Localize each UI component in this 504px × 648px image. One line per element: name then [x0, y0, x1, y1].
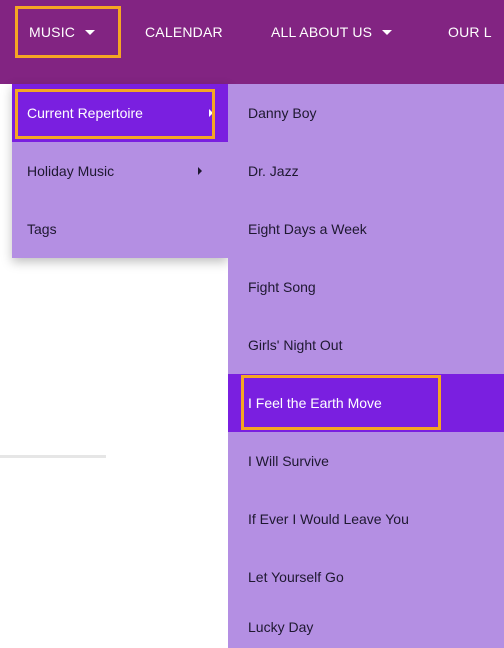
- caret-down-icon: [85, 29, 96, 35]
- song-item-eight-days-a-week[interactable]: Eight Days a Week: [228, 200, 504, 258]
- nav-item-music[interactable]: MUSIC: [15, 6, 121, 58]
- song-label: Eight Days a Week: [248, 221, 367, 237]
- page: MUSIC CALENDAR ALL ABOUT US OUR L Curren…: [0, 0, 504, 648]
- song-item-lucky-day[interactable]: Lucky Day: [228, 606, 504, 648]
- caret-right-icon: [209, 109, 213, 117]
- nav-item-calendar[interactable]: CALENDAR: [145, 6, 223, 58]
- song-item-dr-jazz[interactable]: Dr. Jazz: [228, 142, 504, 200]
- menu-item-label: Tags: [27, 221, 57, 237]
- nav-item-all-about-us-label: ALL ABOUT US: [271, 24, 373, 40]
- song-label: I Feel the Earth Move: [248, 395, 382, 411]
- menu-item-holiday-music[interactable]: Holiday Music: [12, 142, 228, 200]
- song-label: Girls' Night Out: [248, 337, 343, 353]
- song-item-let-yourself-go[interactable]: Let Yourself Go: [228, 548, 504, 606]
- menu-item-label: Current Repertoire: [27, 105, 143, 121]
- song-label: Let Yourself Go: [248, 569, 344, 585]
- music-dropdown-menu: Current Repertoire Holiday Music Tags: [12, 84, 228, 258]
- menu-item-tags[interactable]: Tags: [12, 200, 228, 258]
- song-item-i-feel-the-earth-move[interactable]: I Feel the Earth Move: [228, 374, 504, 432]
- nav-item-music-label: MUSIC: [29, 24, 76, 40]
- song-item-girls-night-out[interactable]: Girls' Night Out: [228, 316, 504, 374]
- caret-down-icon: [382, 29, 393, 35]
- content-divider: [0, 455, 106, 458]
- top-navbar: MUSIC CALENDAR ALL ABOUT US OUR L: [0, 0, 504, 84]
- song-label: I Will Survive: [248, 453, 329, 469]
- song-label: Lucky Day: [248, 619, 314, 635]
- nav-item-all-about-us[interactable]: ALL ABOUT US: [271, 6, 393, 58]
- nav-item-our[interactable]: OUR L: [448, 6, 492, 58]
- song-label: Danny Boy: [248, 105, 317, 121]
- song-item-if-ever-i-would-leave-you[interactable]: If Ever I Would Leave You: [228, 490, 504, 548]
- menu-item-label: Holiday Music: [27, 163, 115, 179]
- nav-item-our-label: OUR L: [448, 24, 492, 40]
- menu-item-current-repertoire[interactable]: Current Repertoire: [12, 84, 228, 142]
- song-item-i-will-survive[interactable]: I Will Survive: [228, 432, 504, 490]
- song-label: If Ever I Would Leave You: [248, 511, 409, 527]
- song-label: Fight Song: [248, 279, 316, 295]
- caret-right-icon: [198, 167, 202, 175]
- song-item-danny-boy[interactable]: Danny Boy: [228, 84, 504, 142]
- song-item-fight-song[interactable]: Fight Song: [228, 258, 504, 316]
- repertoire-submenu: Danny Boy Dr. Jazz Eight Days a Week Fig…: [228, 84, 504, 648]
- nav-item-calendar-label: CALENDAR: [145, 24, 223, 40]
- song-label: Dr. Jazz: [248, 163, 299, 179]
